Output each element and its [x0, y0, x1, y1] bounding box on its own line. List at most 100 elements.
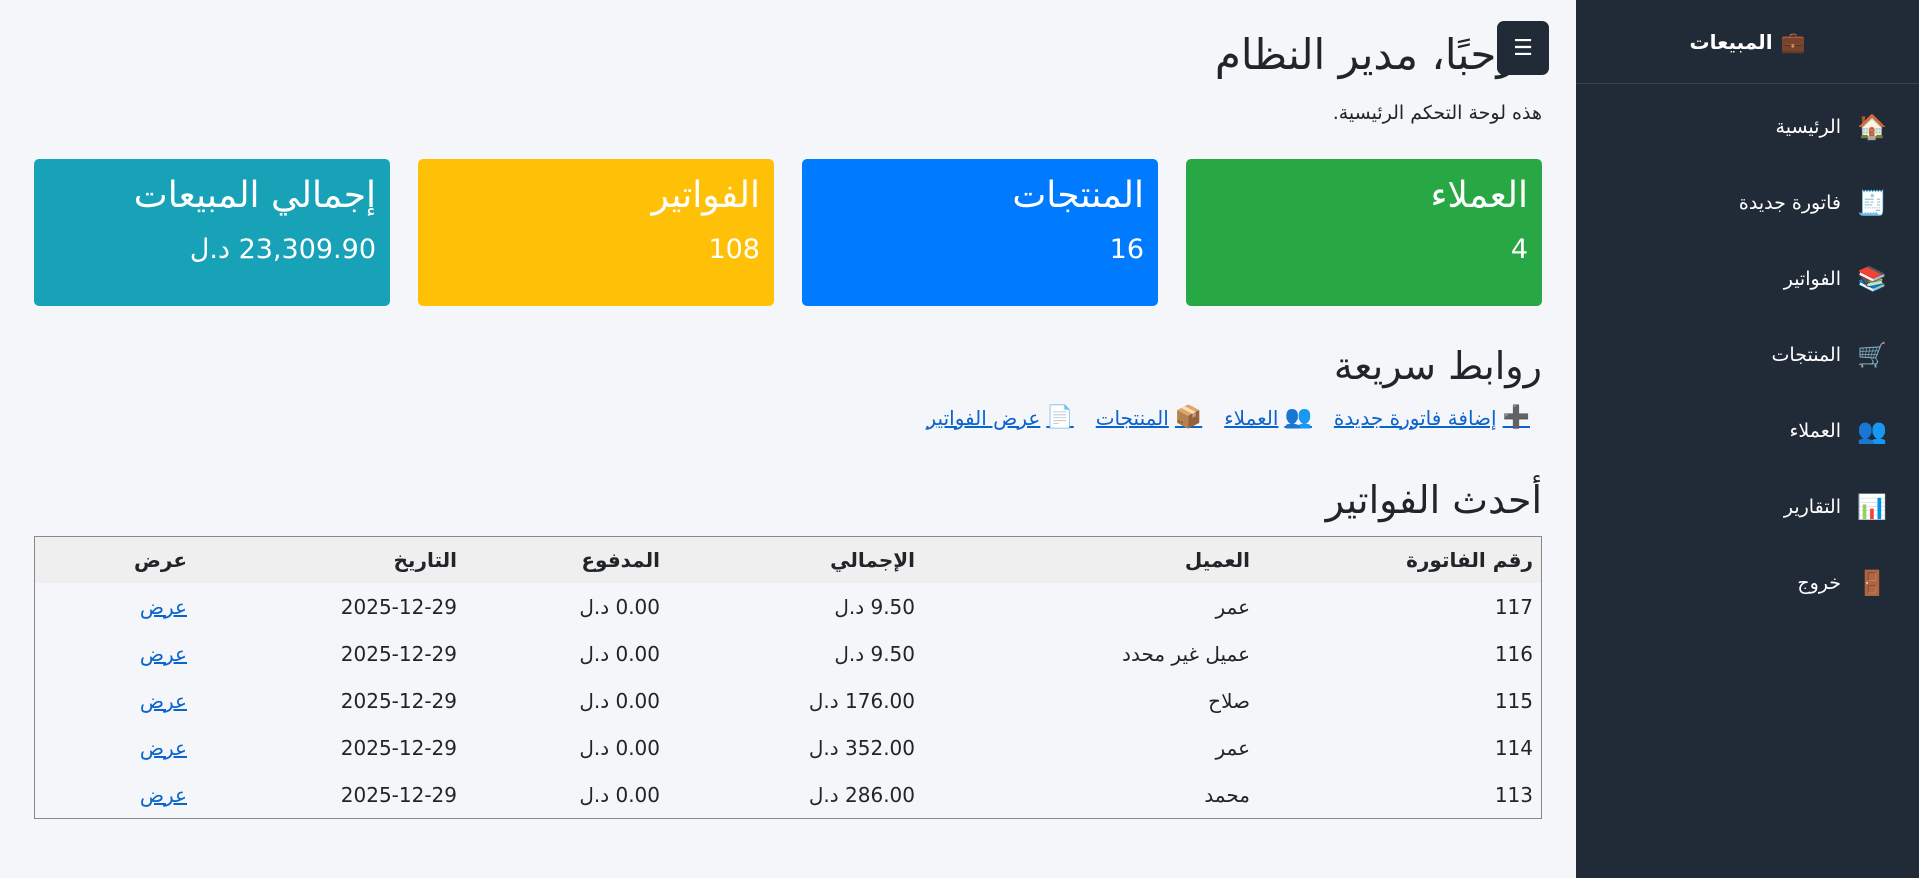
sidebar-brand: 💼 المبيعات — [1576, 0, 1919, 84]
sidebar-item-label: فاتورة جديدة — [1738, 192, 1841, 214]
sidebar-item-label: المنتجات — [1771, 344, 1841, 366]
customers-card: العملاء 4 — [1186, 159, 1542, 306]
quick-link-products[interactable]: 📦 المنتجات — [1096, 405, 1203, 430]
view-cell: عرض — [35, 677, 195, 724]
users-icon: 👥 — [1857, 417, 1887, 445]
invoice-total: 286.00 د.ل — [808, 782, 915, 807]
invoice-date: 2025-12-29 — [340, 641, 457, 666]
column-header-paid: المدفوع — [581, 548, 660, 572]
sidebar: 💼 المبيعات 🏠 الرئيسية 🧾 فاتورة جديدة 📚 ا… — [1576, 0, 1919, 878]
sidebar-item-customers[interactable]: 👥 العملاء — [1576, 393, 1919, 469]
invoice-number: 113 — [1494, 782, 1533, 807]
document-icon: 📄 — [1046, 405, 1074, 430]
brand-label: المبيعات — [1689, 29, 1773, 54]
sidebar-item-label: خروج — [1797, 572, 1841, 594]
invoice-total: 9.50 د.ل — [834, 594, 915, 619]
column-header-invoice-number: رقم الفاتورة — [1406, 548, 1533, 572]
invoices-table: رقم الفاتورة العميل الإجمالي المدفوع الت… — [35, 537, 1541, 818]
door-icon: 🚪 — [1857, 569, 1887, 597]
quick-link-add-invoice[interactable]: ➕ إضافة فاتورة جديدة — [1334, 405, 1530, 430]
table-header-row: رقم الفاتورة العميل الإجمالي المدفوع الت… — [35, 537, 1541, 583]
view-cell: عرض — [35, 583, 195, 630]
customer-name: صلاح — [1208, 688, 1250, 713]
column-header-view: عرض — [133, 548, 187, 572]
hamburger-icon: ☰ — [1513, 35, 1533, 61]
invoice-paid: 0.00 د.ل — [579, 735, 660, 760]
invoice-paid: 0.00 د.ل — [579, 594, 660, 619]
page-title: مرحبًا، مدير النظام — [1214, 30, 1542, 79]
card-title: إجمالي المبيعات — [133, 175, 376, 216]
sidebar-item-home[interactable]: 🏠 الرئيسية — [1576, 89, 1919, 165]
quick-links: ➕ إضافة فاتورة جديدة 👥 العملاء 📦 المنتجا… — [927, 405, 1531, 430]
books-icon: 📚 — [1857, 265, 1887, 293]
main-content: ☰ مرحبًا، مدير النظام هذه لوحة التحكم ال… — [0, 0, 1576, 878]
customer-name: عمر — [1215, 594, 1250, 619]
sidebar-item-logout[interactable]: 🚪 خروج — [1576, 545, 1919, 621]
sidebar-item-new-invoice[interactable]: 🧾 فاتورة جديدة — [1576, 165, 1919, 241]
customer-name: محمد — [1204, 782, 1250, 807]
table-row: 116 عميل غير محدد 9.50 د.ل 0.00 د.ل 2025… — [35, 630, 1541, 677]
view-invoice-link[interactable]: عرض — [140, 595, 187, 619]
sidebar-nav: 🏠 الرئيسية 🧾 فاتورة جديدة 📚 الفواتير 🛒 ا… — [1576, 89, 1919, 621]
home-icon: 🏠 — [1857, 113, 1887, 141]
cart-icon: 🛒 — [1857, 341, 1887, 369]
products-card: المنتجات 16 — [802, 159, 1158, 306]
sidebar-item-label: الرئيسية — [1775, 116, 1841, 138]
table-row: 114 عمر 352.00 د.ل 0.00 د.ل 2025-12-29 ع… — [35, 724, 1541, 771]
sidebar-item-products[interactable]: 🛒 المنتجات — [1576, 317, 1919, 393]
invoice-total: 176.00 د.ل — [808, 688, 915, 713]
card-value: 16 — [1109, 234, 1144, 265]
view-invoice-link[interactable]: عرض — [140, 642, 187, 666]
stats-cards: العملاء 4 المنتجات 16 الفواتير 108 إجمال… — [34, 159, 1542, 306]
invoice-number: 117 — [1494, 594, 1533, 619]
invoices-card: الفواتير 108 — [418, 159, 774, 306]
quick-link-customers[interactable]: 👥 العملاء — [1224, 405, 1312, 430]
view-invoice-link[interactable]: عرض — [140, 783, 187, 807]
chart-icon: 📊 — [1857, 493, 1887, 521]
menu-toggle-button[interactable]: ☰ — [1497, 21, 1549, 75]
view-invoice-link[interactable]: عرض — [140, 736, 187, 760]
invoice-paid: 0.00 د.ل — [579, 688, 660, 713]
latest-invoices-title: أحدث الفواتير — [1325, 478, 1542, 522]
customer-name: عمر — [1215, 735, 1250, 760]
view-cell: عرض — [35, 724, 195, 771]
card-title: الفواتير — [651, 175, 760, 216]
invoice-number: 115 — [1494, 688, 1533, 713]
card-value: 23,309.90 د.ل — [189, 234, 376, 265]
customer-name: عميل غير محدد — [1122, 641, 1250, 666]
view-cell: عرض — [35, 630, 195, 677]
invoice-total: 352.00 د.ل — [808, 735, 915, 760]
plus-icon: ➕ — [1502, 405, 1530, 430]
column-header-total: الإجمالي — [830, 548, 915, 572]
card-value: 4 — [1510, 234, 1528, 265]
table-row: 115 صلاح 176.00 د.ل 0.00 د.ل 2025-12-29 … — [35, 677, 1541, 724]
invoice-paid: 0.00 د.ل — [579, 641, 660, 666]
sidebar-item-label: التقارير — [1783, 496, 1841, 518]
view-invoice-link[interactable]: عرض — [140, 689, 187, 713]
invoice-total: 9.50 د.ل — [834, 641, 915, 666]
card-title: العملاء — [1430, 175, 1528, 216]
sidebar-item-invoices[interactable]: 📚 الفواتير — [1576, 241, 1919, 317]
view-cell: عرض — [35, 771, 195, 818]
invoice-date: 2025-12-29 — [340, 594, 457, 619]
sidebar-item-label: الفواتير — [1783, 268, 1841, 290]
users-icon: 👥 — [1284, 405, 1312, 430]
quick-links-title: روابط سريعة — [1333, 344, 1542, 388]
quick-link-label: عرض الفواتير — [926, 405, 1041, 430]
sidebar-item-reports[interactable]: 📊 التقارير — [1576, 469, 1919, 545]
table-row: 117 عمر 9.50 د.ل 0.00 د.ل 2025-12-29 عرض — [35, 583, 1541, 630]
page-subtitle: هذه لوحة التحكم الرئيسية. — [1332, 102, 1542, 124]
quick-link-view-invoices[interactable]: 📄 عرض الفواتير — [927, 405, 1074, 430]
invoices-table-container: رقم الفاتورة العميل الإجمالي المدفوع الت… — [34, 536, 1542, 819]
column-header-customer: العميل — [1184, 548, 1250, 572]
sidebar-item-label: العملاء — [1789, 420, 1842, 442]
invoice-number: 114 — [1494, 735, 1533, 760]
invoice-date: 2025-12-29 — [340, 688, 457, 713]
briefcase-icon: 💼 — [1780, 29, 1806, 54]
quick-link-label: العملاء — [1224, 405, 1279, 430]
invoice-number: 116 — [1494, 641, 1533, 666]
table-row: 113 محمد 286.00 د.ل 0.00 د.ل 2025-12-29 … — [35, 771, 1541, 818]
column-header-date: التاريخ — [393, 548, 457, 572]
quick-link-label: المنتجات — [1095, 405, 1169, 430]
total-sales-card: إجمالي المبيعات 23,309.90 د.ل — [34, 159, 390, 306]
